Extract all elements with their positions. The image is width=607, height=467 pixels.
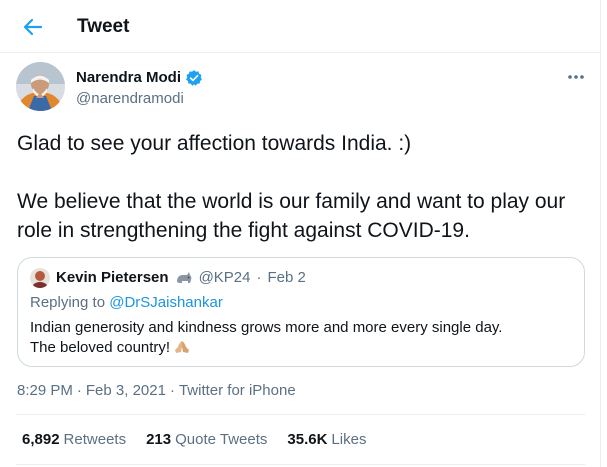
more-horizontal-icon bbox=[568, 75, 584, 79]
retweets-count: 6,892 bbox=[22, 431, 60, 448]
quoted-tweet[interactable]: Kevin Pietersen @KP24 · Feb 2 Replying t… bbox=[17, 257, 585, 367]
quoted-tweet-header: Kevin Pietersen @KP24 · Feb 2 bbox=[30, 268, 306, 288]
back-button[interactable] bbox=[16, 10, 50, 44]
more-options-button[interactable] bbox=[562, 63, 590, 91]
tweet-time[interactable]: 8:29 PM bbox=[17, 381, 73, 401]
retweets-stat[interactable]: 6,892 Retweets bbox=[22, 430, 126, 450]
tweet-paragraph: We believe that the world is our family … bbox=[17, 190, 566, 242]
quote-tweets-label: Quote Tweets bbox=[175, 431, 268, 448]
separator-dot: · bbox=[169, 382, 175, 399]
author-avatar[interactable] bbox=[16, 62, 65, 111]
quoted-tweet-line-text: The beloved country! bbox=[30, 339, 171, 356]
divider bbox=[16, 464, 585, 465]
quoted-tweet-line-text: Indian generosity and kindness grows mor… bbox=[30, 319, 503, 336]
verified-badge-icon bbox=[186, 70, 202, 86]
replying-to: Replying to @DrSJaishankar bbox=[30, 293, 223, 313]
tweet-paragraph: Glad to see your affection towards India… bbox=[17, 132, 412, 155]
quoted-author-handle: @KP24 bbox=[198, 269, 251, 286]
quote-tweets-count: 213 bbox=[146, 431, 172, 448]
quoted-tweet-date: Feb 2 bbox=[267, 269, 306, 286]
tweet-date[interactable]: Feb 3, 2021 bbox=[86, 381, 166, 401]
quoted-author-avatar bbox=[30, 268, 50, 288]
quoted-tweet-line: The beloved country! bbox=[30, 338, 570, 358]
page-header: Tweet bbox=[0, 0, 601, 53]
tweet-source[interactable]: Twitter for iPhone bbox=[179, 381, 296, 401]
author-name-row: Narendra Modi bbox=[76, 68, 203, 88]
likes-count: 35.6K bbox=[287, 431, 328, 448]
quoted-tweet-line: Indian generosity and kindness grows mor… bbox=[30, 318, 570, 338]
quote-tweets-stat[interactable]: 213 Quote Tweets bbox=[146, 430, 267, 450]
page-title: Tweet bbox=[77, 16, 130, 37]
quoted-tweet-text: Indian generosity and kindness grows mor… bbox=[30, 318, 570, 358]
replying-to-label: Replying to bbox=[30, 294, 110, 311]
folded-hands-emoji-icon bbox=[175, 341, 190, 353]
replying-to-handle[interactable]: @DrSJaishankar bbox=[109, 294, 223, 311]
author-name[interactable]: Narendra Modi bbox=[76, 68, 181, 88]
tweet-page: Tweet Narendra Modi @narendramodi Glad t… bbox=[0, 0, 601, 467]
tweet-meta: 8:29 PM · Feb 3, 2021 · Twitter for iPho… bbox=[17, 381, 296, 401]
arrow-left-icon bbox=[23, 18, 43, 36]
tweet-stats: 6,892 Retweets 213 Quote Tweets 35.6K Li… bbox=[22, 430, 366, 450]
retweets-label: Retweets bbox=[63, 431, 127, 448]
divider bbox=[16, 414, 585, 415]
rhino-emoji-icon bbox=[176, 272, 191, 283]
separator-dot: · bbox=[76, 382, 82, 399]
likes-label: Likes bbox=[331, 431, 367, 448]
tweet-text: Glad to see your affection towards India… bbox=[17, 129, 587, 245]
likes-stat[interactable]: 35.6K Likes bbox=[287, 430, 366, 450]
separator-dot: · bbox=[256, 269, 262, 286]
quoted-author-name: Kevin Pietersen bbox=[56, 269, 169, 286]
author-handle[interactable]: @narendramodi bbox=[76, 89, 184, 109]
